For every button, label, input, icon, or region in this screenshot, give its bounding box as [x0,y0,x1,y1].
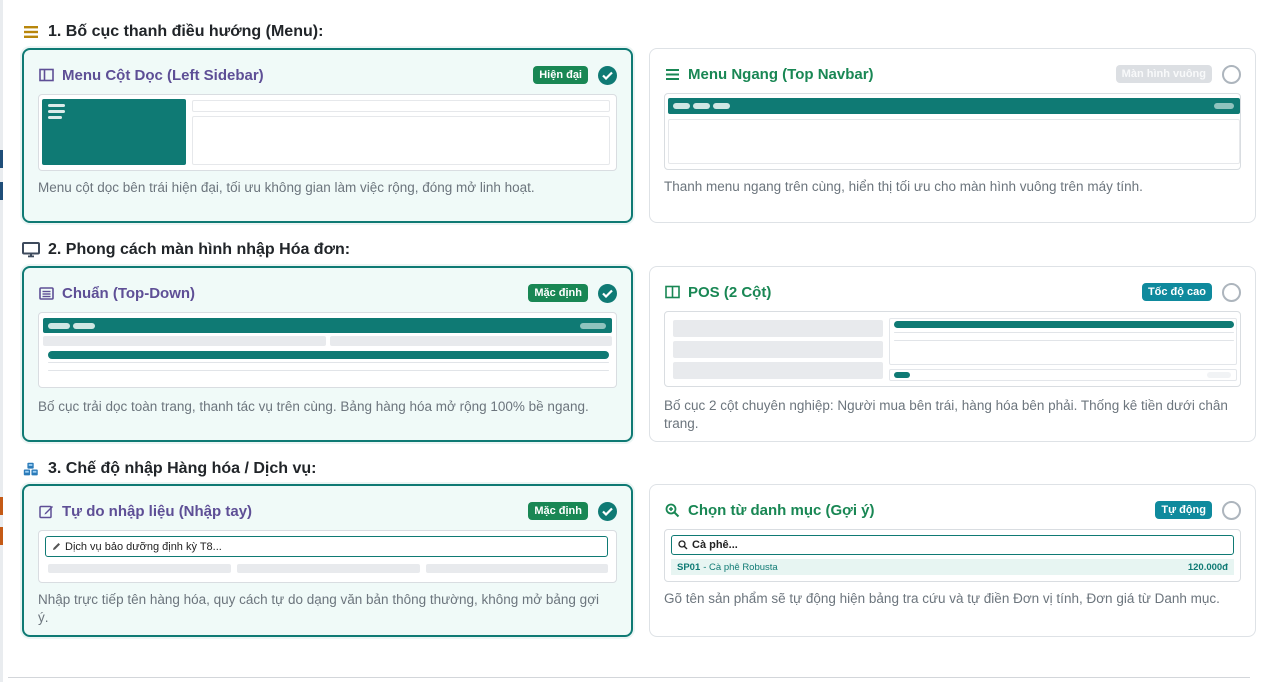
layout-preview [664,311,1241,387]
card-description: Bố cục trải dọc toàn trang, thanh tác vụ… [38,399,589,414]
section-item-entry-mode: 3. Chế độ nhập Hàng hóa / Dịch vụ: [22,458,1257,480]
edge-marker [0,182,3,200]
desktop-icon [22,241,40,259]
columns-icon [38,67,54,83]
section-title: 3. Chế độ nhập Hàng hóa / Dịch vụ: [48,460,317,477]
search-plus-icon [664,502,680,518]
option-card-top-down[interactable]: Chuẩn (Top-Down) Mặc định Bố cục trải dọ… [22,266,633,442]
status-badge: Hiện đại [533,66,588,84]
status-badge: Màn hình vuông [1115,65,1212,83]
edge-marker [0,497,3,515]
option-card-manual-entry[interactable]: Tự do nhập liệu (Nhập tay) Mặc định Dịch… [22,484,633,637]
layout-preview [664,93,1241,170]
card-description: Thanh menu ngang trên cùng, hiển thị tối… [664,179,1143,194]
card-description: Bố cục 2 cột chuyên nghiệp: Người mua bê… [664,398,1228,431]
status-badge: Mặc định [528,284,588,302]
edge-marker [0,527,3,545]
suggestion-name: - Cà phê Robusta [703,561,778,573]
input-value: Dịch vụ bảo dưỡng định kỳ T8... [65,540,222,553]
section-heading: 3. Chế độ nhập Hàng hóa / Dịch vụ: [22,458,1257,480]
card-description: Nhập trực tiếp tên hàng hóa, quy cách tự… [38,592,600,625]
layout-preview [38,94,617,171]
catalog-search-input: Cà phê... [671,535,1234,555]
option-card-catalog[interactable]: Chọn từ danh mục (Gợi ý) Tự động Cà phê.… [649,484,1256,637]
card-description: Gõ tên sản phẩm sẽ tự động hiện bảng tra… [664,591,1220,606]
cubes-icon [22,460,40,478]
card-title: Chuẩn (Top-Down) [62,284,196,302]
suggestion-code: SP01 [677,561,701,573]
card-title: Menu Ngang (Top Navbar) [688,65,874,83]
card-description: Menu cột dọc bên trái hiện đại, tối ưu k… [38,180,535,195]
edit-icon [38,503,54,519]
status-badge: Tốc độ cao [1141,283,1212,301]
layout-preview: Dịch vụ bảo dưỡng định kỳ T8... [38,530,617,583]
status-badge: Mặc định [528,502,588,520]
radio-unchecked-icon[interactable] [1222,64,1241,84]
bars-icon [22,23,40,41]
bottom-divider [8,677,1250,678]
layout-preview [38,312,617,388]
card-title: Menu Cột Dọc (Left Sidebar) [62,66,264,84]
check-circle-icon[interactable] [598,501,617,521]
check-circle-icon[interactable] [598,65,617,85]
edge-marker [0,150,3,168]
section-heading: 1. Bố cục thanh điều hướng (Menu): [22,21,1257,43]
section-menu-layout: 1. Bố cục thanh điều hướng (Menu): [22,21,1257,43]
section-title: 1. Bố cục thanh điều hướng (Menu): [48,23,324,40]
search-value: Cà phê... [692,539,738,551]
check-circle-icon[interactable] [598,283,617,303]
card-title: Chọn từ danh mục (Gợi ý) [688,501,875,519]
card-title: POS (2 Cột) [688,283,772,301]
suggestion-price: 120.000đ [1187,561,1228,573]
columns-icon [664,284,680,300]
section-title: 2. Phong cách màn hình nhập Hóa đơn: [48,241,351,258]
bars-icon [664,66,680,82]
option-card-pos[interactable]: POS (2 Cột) Tốc độ cao Bố cục 2 cột chuy… [649,266,1256,442]
radio-unchecked-icon[interactable] [1222,282,1241,302]
card-title: Tự do nhập liệu (Nhập tay) [62,502,253,520]
section-invoice-style: 2. Phong cách màn hình nhập Hóa đơn: [22,239,1257,261]
list-alt-icon [38,285,54,301]
pencil-icon [52,542,61,551]
item-name-input: Dịch vụ bảo dưỡng định kỳ T8... [45,536,608,557]
section-heading: 2. Phong cách màn hình nhập Hóa đơn: [22,239,1257,261]
option-card-left-sidebar[interactable]: Menu Cột Dọc (Left Sidebar) Hiện đại Men… [22,48,633,223]
radio-unchecked-icon[interactable] [1222,500,1241,520]
option-card-top-navbar[interactable]: Menu Ngang (Top Navbar) Màn hình vuông T… [649,48,1256,223]
suggestion-row: SP01 - Cà phê Robusta 120.000đ [671,559,1234,575]
status-badge: Tự động [1155,501,1212,519]
search-icon [678,540,688,550]
left-edge-bar [0,0,3,682]
layout-preview: Cà phê... SP01 - Cà phê Robusta 120.000đ [664,529,1241,582]
